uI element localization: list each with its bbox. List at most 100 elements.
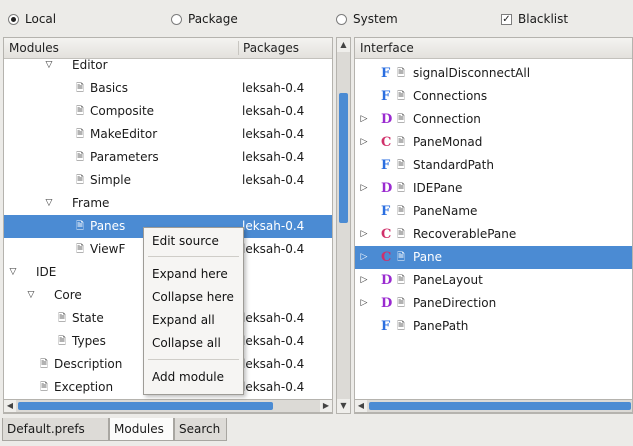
tree-row-label: Parameters [90,150,159,164]
modules-vertical-scrollbar[interactable]: ▲ ▼ [336,37,351,414]
scroll-up-icon[interactable]: ▲ [337,38,350,52]
scroll-right-icon[interactable]: ▶ [320,400,332,412]
file-icon: 🗎 [76,129,85,140]
tree-row-module[interactable]: 🗎 MakeEditor leksah-0.4 [4,123,332,146]
tree-row-package: leksah-0.4 [242,357,305,371]
file-icon: 🗎 [397,183,406,194]
scrollbar-thumb[interactable] [369,402,631,410]
kind-f-icon: F [381,319,391,334]
file-icon: 🗎 [40,359,49,370]
scope-system-label: System [353,12,398,26]
expander-icon[interactable]: ▷ [359,131,369,154]
interface-row[interactable]: ▷ C 🗎 PaneMonad [355,131,632,154]
context-menu: Edit source Expand here Collapse here Ex… [143,227,244,395]
interface-row[interactable]: ▷ D 🗎 IDEPane [355,177,632,200]
tree-row-package: leksah-0.4 [242,81,305,95]
menu-separator [148,256,239,257]
file-icon: 🗎 [397,321,406,332]
expander-icon[interactable]: ▷ [359,292,369,315]
interface-row[interactable]: F 🗎 PaneName [355,200,632,223]
tree-row-label: Composite [90,104,155,118]
expander-icon[interactable]: ▽ [44,54,54,77]
tree-row-folder[interactable]: ▽ Frame [4,192,332,215]
kind-d-icon: D [381,181,393,196]
file-icon: 🗎 [76,83,85,94]
file-icon: 🗎 [397,137,406,148]
scope-package-radio[interactable]: Package [171,11,238,27]
modules-horizontal-scrollbar[interactable]: ◀ ▶ [3,399,333,413]
scope-local-label: Local [25,12,57,26]
expander-icon[interactable]: ▽ [26,284,36,307]
tab-default-prefs[interactable]: Default.prefs [2,418,109,441]
menu-item-collapse-here[interactable]: Collapse here [152,287,234,307]
menu-item-expand-here[interactable]: Expand here [152,264,228,284]
tree-row-module[interactable]: 🗎 Composite leksah-0.4 [4,100,332,123]
tab-search[interactable]: Search [174,418,227,441]
menu-item-add-module[interactable]: Add module [152,367,224,387]
tree-row-module[interactable]: 🗎 Parameters leksah-0.4 [4,146,332,169]
menu-item-expand-all[interactable]: Expand all [152,310,215,330]
interface-row[interactable]: ▷ D 🗎 Connection [355,108,632,131]
file-icon: 🗎 [397,114,406,125]
interface-horizontal-scrollbar[interactable]: ◀ [354,399,633,413]
scrollbar-thumb[interactable] [18,402,273,410]
scroll-down-icon[interactable]: ▼ [337,399,350,413]
tree-row-label: Types [72,334,106,348]
tree-row-label: ViewF [90,242,126,256]
file-icon: 🗎 [76,221,85,232]
interface-row[interactable]: F 🗎 signalDisconnectAll [355,62,632,85]
menu-item-edit-source[interactable]: Edit source [152,231,219,251]
interface-row[interactable]: ▷ D 🗎 PaneLayout [355,269,632,292]
interface-row-label: signalDisconnectAll [413,66,531,80]
tab-modules[interactable]: Modules [109,418,174,441]
interface-row[interactable]: ▷ C 🗎 RecoverablePane [355,223,632,246]
kind-f-icon: F [381,158,391,173]
expander-icon[interactable]: ▷ [359,108,369,131]
tree-row-label: Core [54,288,82,302]
interface-list[interactable]: Interface F 🗎 signalDisconnectAll F 🗎 Connect… [354,37,633,414]
tree-row-package: leksah-0.4 [242,242,305,256]
scope-system-radio[interactable]: System [336,11,398,27]
file-icon: 🗎 [58,336,67,347]
interface-row[interactable]: ▷ C 🗎 Pane [355,246,632,269]
menu-item-collapse-all[interactable]: Collapse all [152,333,221,353]
tree-row-folder[interactable]: ▽ Editor [4,54,332,77]
interface-row[interactable]: ▷ D 🗎 PaneDirection [355,292,632,315]
expander-icon[interactable]: ▷ [359,246,369,269]
interface-row-label: Connection [413,112,481,126]
kind-c-icon: C [381,135,392,150]
scope-local-radio[interactable]: Local [8,11,56,27]
scroll-left-icon[interactable]: ◀ [355,400,367,412]
checkmark-icon: ✓ [501,13,512,25]
scope-bar: Local Package System ✓ Blacklist [0,0,633,36]
tree-row-label: Editor [72,58,108,72]
interface-row[interactable]: F 🗎 Connections [355,85,632,108]
blacklist-checkbox[interactable]: ✓ Blacklist [501,11,568,27]
file-icon: 🗎 [58,313,67,324]
interface-row-label: PaneName [413,204,478,218]
interface-header: Interface [355,38,632,59]
tree-row-module[interactable]: 🗎 Basics leksah-0.4 [4,77,332,100]
scrollbar-thumb[interactable] [339,93,348,223]
scroll-left-icon[interactable]: ◀ [4,400,16,412]
kind-c-icon: C [381,227,392,242]
interface-row-label: IDEPane [413,181,463,195]
expander-icon[interactable]: ▷ [359,223,369,246]
interface-row-label: PanePath [413,319,469,333]
expander-icon[interactable]: ▽ [44,192,54,215]
file-icon: 🗎 [397,206,406,217]
column-header-interface[interactable]: Interface [355,38,632,58]
interface-row[interactable]: F 🗎 StandardPath [355,154,632,177]
interface-row-label: RecoverablePane [413,227,517,241]
expander-icon[interactable]: ▽ [8,261,18,284]
menu-separator [148,359,239,360]
interface-row-label: PaneLayout [413,273,483,287]
file-icon: 🗎 [397,298,406,309]
tree-row-module[interactable]: 🗎 Simple leksah-0.4 [4,169,332,192]
expander-icon[interactable]: ▷ [359,269,369,292]
file-icon: 🗎 [397,160,406,171]
file-icon: 🗎 [397,275,406,286]
interface-row[interactable]: F 🗎 PanePath [355,315,632,338]
file-icon: 🗎 [40,382,49,393]
expander-icon[interactable]: ▷ [359,177,369,200]
